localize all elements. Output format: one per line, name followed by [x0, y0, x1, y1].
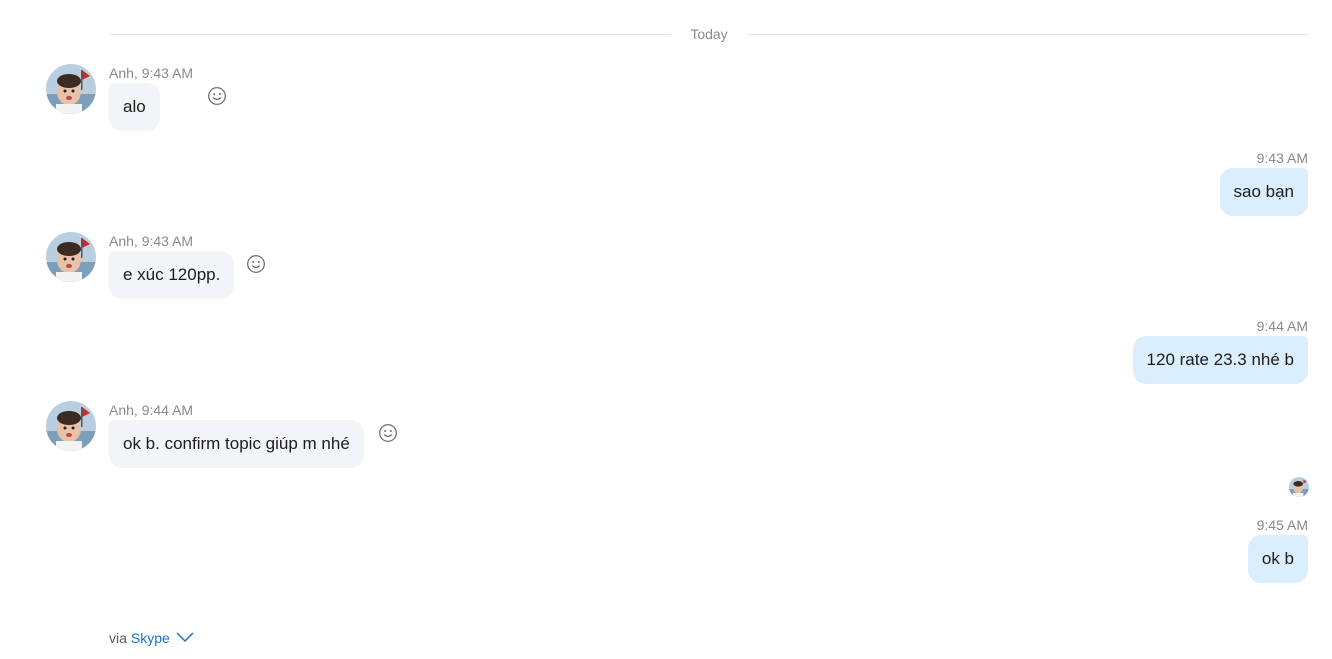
message-meta: 9:43 AM	[1256, 150, 1308, 166]
message-outgoing[interactable]: 9:44 AM 120 rate 23.3 nhé b	[1132, 317, 1308, 384]
smiley-icon[interactable]	[246, 254, 266, 274]
avatar[interactable]	[46, 401, 96, 451]
message-incoming[interactable]: Anh, 9:43 AM e xúc 120pp.	[46, 232, 265, 299]
smiley-icon[interactable]	[378, 423, 398, 443]
day-separator-label: Today	[690, 26, 728, 42]
message-meta: Anh, 9:43 AM	[109, 65, 194, 81]
avatar[interactable]	[46, 232, 96, 282]
message-incoming[interactable]: Anh, 9:43 AM alo	[46, 64, 226, 131]
skype-link[interactable]: Skype	[131, 630, 170, 646]
smiley-icon[interactable]	[207, 86, 227, 106]
message-bubble[interactable]: e xúc 120pp.	[109, 251, 235, 299]
chat-conversation: Today Anh, 9:43 AM alo 9:43 AM sao bạn A…	[0, 0, 1332, 659]
message-bubble[interactable]: 120 rate 23.3 nhé b	[1132, 336, 1308, 384]
message-bubble[interactable]: ok b. confirm topic giúp m nhé	[109, 420, 364, 468]
message-bubble[interactable]: sao bạn	[1219, 168, 1308, 216]
separator-line-left	[109, 33, 672, 35]
message-bubble[interactable]: ok b	[1247, 535, 1308, 583]
message-incoming[interactable]: Anh, 9:44 AM ok b. confirm topic giúp m …	[46, 401, 397, 468]
day-separator: Today	[109, 24, 1310, 44]
message-outgoing[interactable]: 9:45 AM ok b	[1247, 516, 1308, 583]
message-meta: Anh, 9:43 AM	[109, 233, 194, 249]
message-bubble[interactable]: alo	[109, 83, 160, 131]
avatar[interactable]	[46, 64, 96, 114]
separator-line-right	[746, 33, 1310, 35]
message-outgoing[interactable]: 9:43 AM sao bạn	[1219, 149, 1308, 216]
read-receipt-avatar	[1289, 477, 1309, 497]
message-meta: Anh, 9:44 AM	[109, 402, 194, 418]
message-meta: 9:44 AM	[1256, 318, 1308, 334]
message-meta: 9:45 AM	[1256, 517, 1308, 533]
footer-prefix: via	[109, 629, 127, 646]
conversation-footer: via Skype	[109, 629, 194, 646]
chevron-down-icon[interactable]	[174, 629, 194, 646]
